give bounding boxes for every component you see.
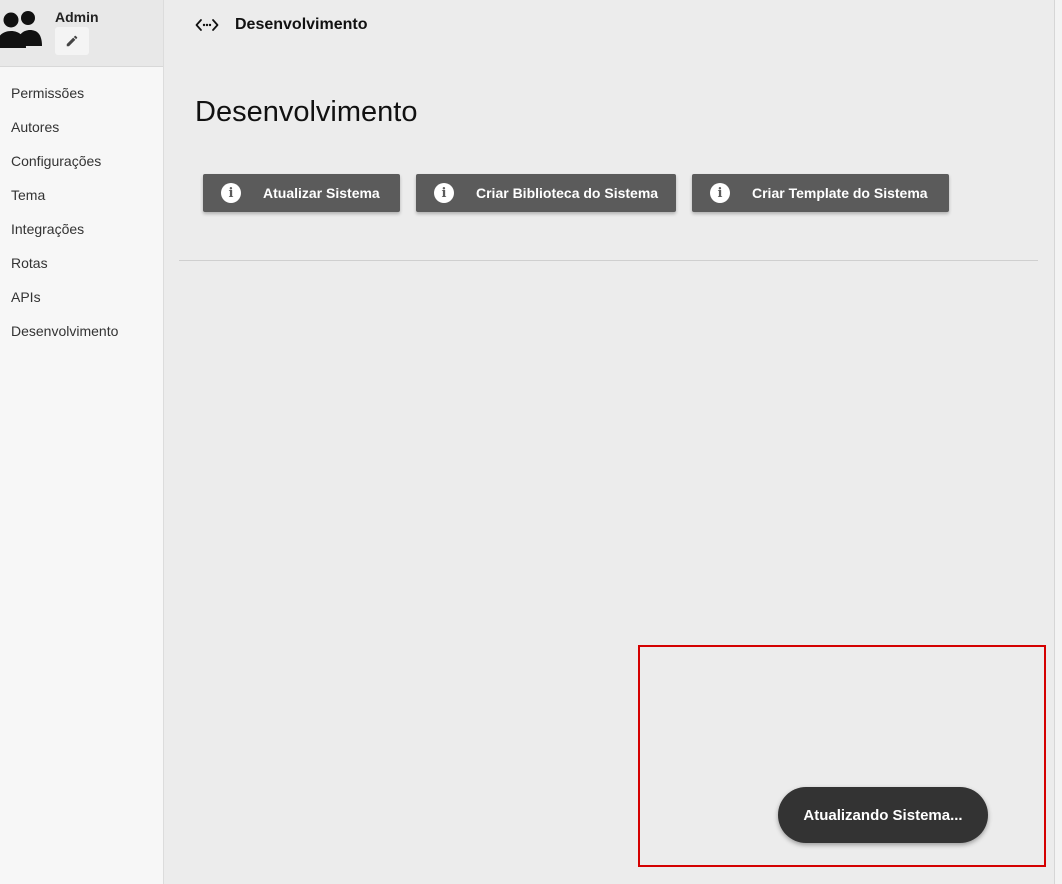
page-title: Desenvolvimento (195, 96, 418, 128)
info-icon: i (710, 183, 730, 203)
create-template-button[interactable]: i Criar Template do Sistema (692, 174, 949, 212)
create-library-button[interactable]: i Criar Biblioteca do Sistema (416, 174, 676, 212)
users-icon (0, 11, 42, 48)
sidebar-nav: Permissões Autores Configurações Tema In… (0, 76, 163, 348)
edit-profile-button[interactable] (55, 27, 89, 55)
user-panel: Admin (0, 0, 163, 67)
sidebar-item-tema[interactable]: Tema (0, 178, 163, 212)
divider (179, 260, 1038, 261)
sidebar-item-permissoes[interactable]: Permissões (0, 76, 163, 110)
sidebar-item-autores[interactable]: Autores (0, 110, 163, 144)
sidebar-item-desenvolvimento[interactable]: Desenvolvimento (0, 314, 163, 348)
create-template-label: Criar Template do Sistema (752, 185, 928, 201)
sidebar: Admin Permissões Autores Configurações T… (0, 0, 164, 884)
sidebar-item-configuracoes[interactable]: Configurações (0, 144, 163, 178)
toast-notification: Atualizando Sistema... (778, 787, 988, 843)
breadcrumb: Desenvolvimento (235, 16, 368, 33)
toast-message: Atualizando Sistema... (803, 806, 963, 824)
create-library-label: Criar Biblioteca do Sistema (476, 185, 659, 201)
update-system-button[interactable]: i Atualizar Sistema (203, 174, 400, 212)
pencil-icon (66, 35, 78, 47)
scrollbar[interactable] (1054, 0, 1062, 884)
sidebar-item-rotas[interactable]: Rotas (0, 246, 163, 280)
sidebar-item-apis[interactable]: APIs (0, 280, 163, 314)
user-name: Admin (55, 9, 99, 25)
update-system-label: Atualizar Sistema (263, 185, 380, 201)
sidebar-item-integracoes[interactable]: Integrações (0, 212, 163, 246)
info-icon: i (434, 183, 454, 203)
top-bar: Desenvolvimento (164, 0, 1054, 50)
code-icon (195, 19, 219, 31)
info-icon: i (221, 183, 241, 203)
